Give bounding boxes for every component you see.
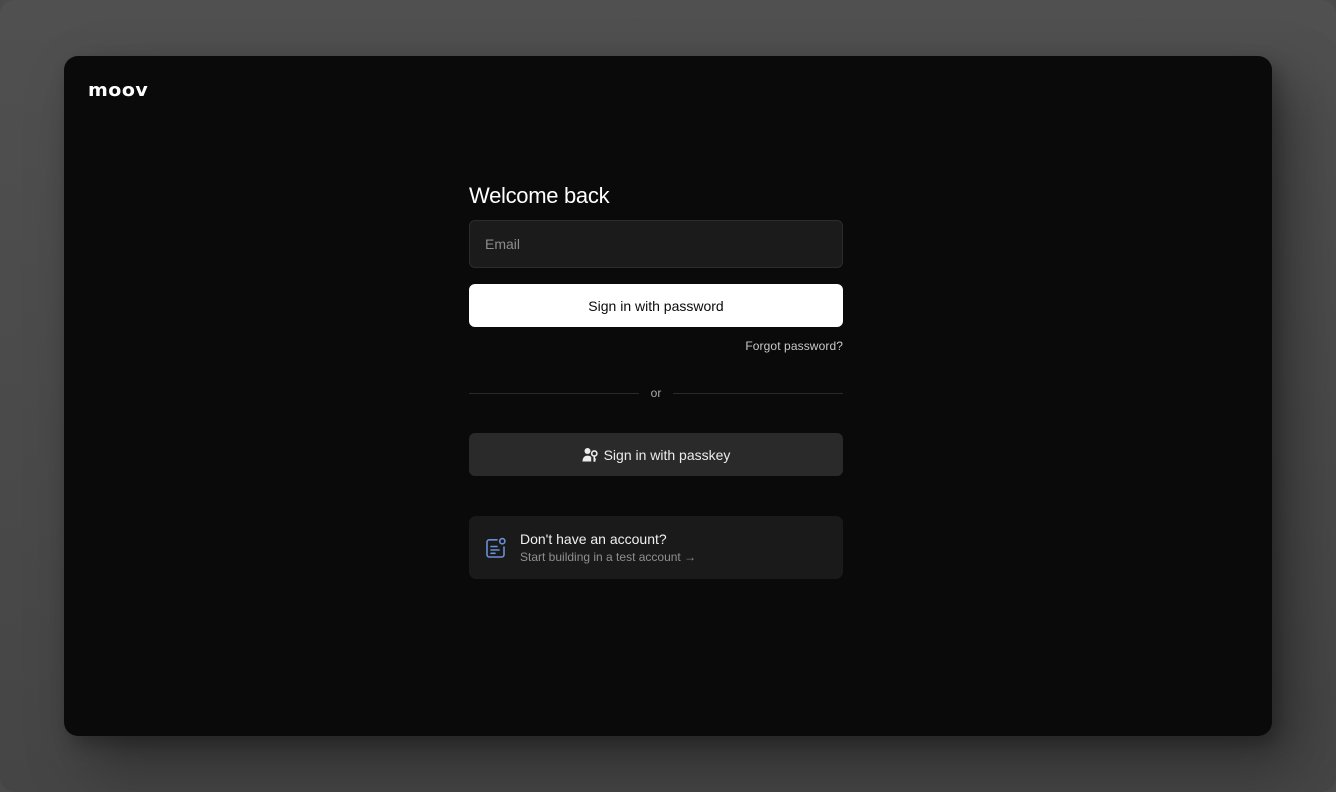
divider-line-left (469, 392, 639, 394)
signup-subtitle-link[interactable]: Start building in a test account → (520, 549, 696, 565)
user-key-icon (582, 447, 598, 463)
form-notification-icon (485, 537, 507, 559)
app-window: moov Welcome back Sign in with password … (64, 56, 1272, 736)
sign-in-passkey-button[interactable]: Sign in with passkey (469, 433, 843, 476)
signup-title: Don't have an account? (520, 530, 667, 547)
sign-in-password-button[interactable]: Sign in with password (469, 284, 843, 327)
or-divider: or (469, 385, 844, 401)
login-panel: Welcome back Sign in with password Forgo… (469, 182, 844, 579)
moov-logo[interactable]: moov (88, 82, 148, 99)
sign-in-passkey-label: Sign in with passkey (603, 446, 731, 463)
backdrop: moov Welcome back Sign in with password … (0, 0, 1336, 792)
sign-in-password-label: Sign in with password (588, 297, 724, 314)
page-title: Welcome back (469, 183, 610, 208)
forgot-password-link[interactable]: Forgot password? (745, 339, 843, 355)
divider-line-right (673, 392, 844, 394)
divider-label: or (650, 386, 662, 400)
create-test-account-card[interactable]: Don't have an account? Start building in… (469, 516, 843, 579)
signup-text-group: Don't have an account? Start building in… (520, 531, 696, 565)
email-field[interactable] (469, 220, 843, 268)
forgot-password-row: Forgot password? (469, 339, 843, 355)
